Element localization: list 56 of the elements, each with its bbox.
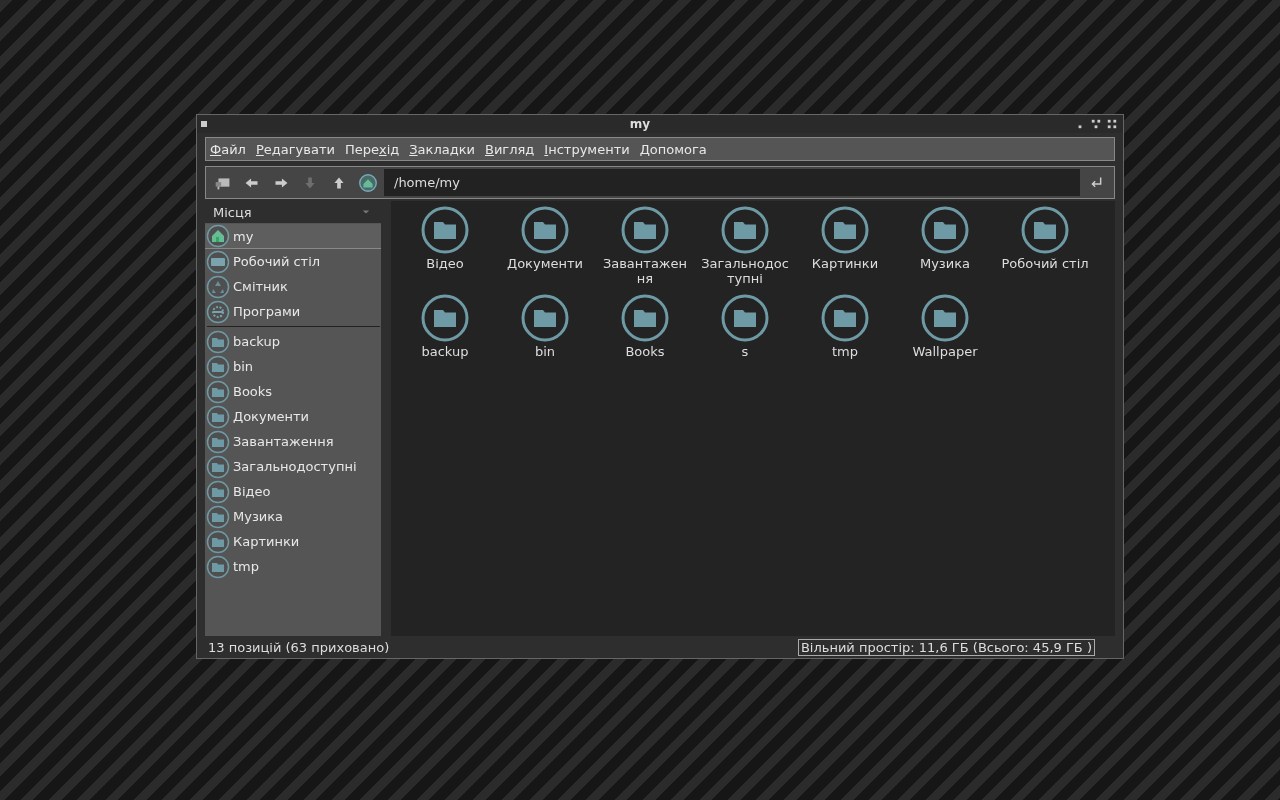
folder-icon	[621, 294, 669, 342]
sidebar-item[interactable]: Books	[205, 379, 381, 404]
sidebar-item[interactable]: Програми	[205, 299, 381, 324]
folder-item[interactable]: Books	[595, 294, 695, 382]
folder-item[interactable]: Картинки	[795, 206, 895, 294]
sidebar-item[interactable]: Смітник	[205, 274, 381, 299]
places-dropdown[interactable]: Місця	[205, 201, 381, 223]
folder-item[interactable]: bin	[495, 294, 595, 382]
folder-icon	[721, 294, 769, 342]
menu-item[interactable]: Вигляд	[485, 141, 535, 157]
folder-item[interactable]: Музика	[895, 206, 995, 294]
sidebar-item[interactable]: Картинки	[205, 529, 381, 554]
folder-item[interactable]: Відео	[395, 206, 495, 294]
sidebar-item[interactable]: Робочий стіл	[205, 249, 381, 274]
close-button[interactable]	[1105, 117, 1119, 131]
folder-icon	[1021, 206, 1069, 254]
menu-item[interactable]: Файл	[210, 141, 246, 157]
folder-item[interactable]: tmp	[795, 294, 895, 382]
folder-icon	[421, 206, 469, 254]
menu-item[interactable]: Перехід	[344, 141, 400, 157]
folder-item[interactable]: s	[695, 294, 795, 382]
folder-item[interactable]: Завантаження	[595, 206, 695, 294]
folder-icon	[821, 206, 869, 254]
sidebar-item[interactable]: Документи	[205, 404, 381, 429]
folder-item[interactable]: Загальнодоступні	[695, 206, 795, 294]
sidebar-item[interactable]: bin	[205, 354, 381, 379]
sidebar-item[interactable]: Відео	[205, 479, 381, 504]
sidebar-item[interactable]: tmp	[205, 554, 381, 579]
location-field[interactable]: /home/my	[384, 169, 1080, 196]
sidebar-item[interactable]: Загальнодоступні	[205, 454, 381, 479]
sidebar-item[interactable]: backup	[205, 329, 381, 354]
maximize-button[interactable]	[1089, 117, 1103, 131]
menu-item[interactable]: Інструменти	[544, 141, 630, 157]
menu-item[interactable]: Редагувати	[255, 141, 335, 157]
status-free-space: Вільний простір: 11,6 ГБ (Всього: 45,9 ГБ )	[797, 638, 1095, 656]
sidebar-item[interactable]: Музика	[205, 504, 381, 529]
folder-icon	[821, 294, 869, 342]
sidebar-item[interactable]: my	[205, 224, 381, 249]
folder-icon	[921, 294, 969, 342]
folder-icon	[421, 294, 469, 342]
folder-item[interactable]: backup	[395, 294, 495, 382]
folder-icon	[721, 206, 769, 254]
caret-icon	[361, 208, 371, 216]
folder-icon	[621, 206, 669, 254]
folder-icon	[921, 206, 969, 254]
home-icon[interactable]	[357, 171, 379, 194]
status-item-count: 13 позицій (63 приховано)	[208, 639, 390, 655]
folder-item[interactable]: Документи	[495, 206, 595, 294]
folder-icon	[521, 294, 569, 342]
folder-icon	[521, 206, 569, 254]
sidebar-item[interactable]: Завантаження	[205, 429, 381, 454]
window-title: my	[628, 117, 652, 131]
menu-item[interactable]: Закладки	[409, 141, 475, 157]
menu-item[interactable]: Допомога	[639, 141, 707, 157]
folder-item[interactable]: Wallpaper	[895, 294, 995, 382]
folder-item[interactable]: Робочий стіл	[995, 206, 1095, 294]
